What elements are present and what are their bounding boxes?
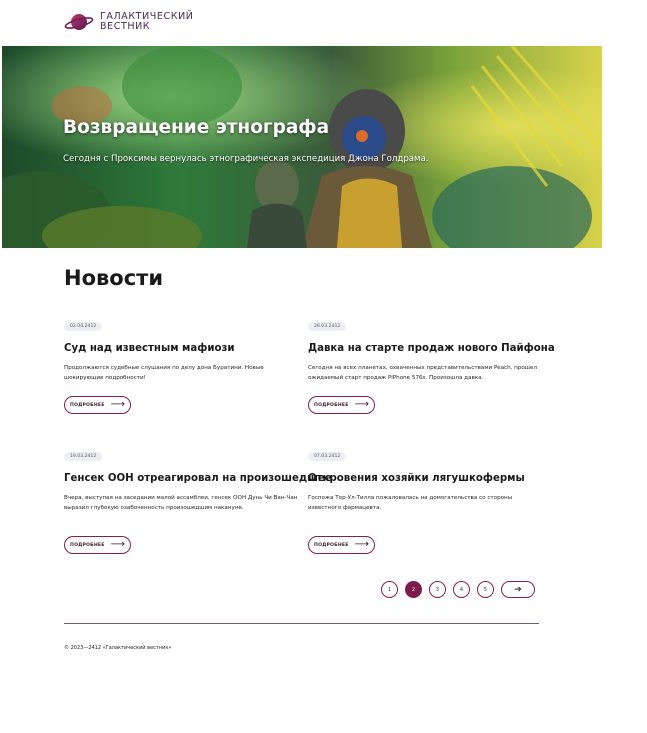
read-more-button[interactable]: ПОДРОБНЕЕ ⟶ xyxy=(64,536,131,554)
date-badge: 07.03.2412 xyxy=(308,452,347,461)
arrow-right-icon: ⟶ xyxy=(354,399,369,410)
hero-title[interactable]: Возвращение этнографа xyxy=(63,117,329,138)
news-title[interactable]: Давка на старте продаж нового Пайфона xyxy=(308,343,555,354)
hero-banner: Возвращение этнографа Сегодня с Проксимы… xyxy=(2,46,602,248)
news-title[interactable]: Генсек ООН отреагировал на произошедшее xyxy=(64,473,332,484)
news-card: 02.04.2412 Суд над известным мафиози Про… xyxy=(64,312,300,416)
read-more-label: ПОДРОБНЕЕ xyxy=(70,402,105,408)
news-section-title: Новости xyxy=(64,266,164,290)
pagination: 1 2 3 4 5 ➔ xyxy=(381,581,535,598)
site-name[interactable]: ГАЛАКТИЧЕСКИЙ ВЕСТНИК xyxy=(100,11,194,33)
date-badge: 02.04.2412 xyxy=(64,322,103,331)
page-button-3[interactable]: 3 xyxy=(429,581,446,598)
news-title[interactable]: Откровения хозяйки лягушкофермы xyxy=(308,473,544,484)
read-more-button[interactable]: ПОДРОБНЕЕ ⟶ xyxy=(64,396,131,414)
site-name-line2: ВЕСТНИК xyxy=(100,21,151,32)
date-badge: 19.03.2412 xyxy=(64,452,103,461)
hero-subtitle: Сегодня с Проксимы вернулась этнографиче… xyxy=(63,154,429,164)
news-card: 07.03.2412 Откровения хозяйки лягушкофер… xyxy=(308,442,544,556)
arrow-right-icon: ➔ xyxy=(514,584,522,595)
read-more-label: ПОДРОБНЕЕ xyxy=(314,542,349,548)
news-title[interactable]: Суд над известным мафиози xyxy=(64,343,300,354)
next-page-button[interactable]: ➔ xyxy=(501,581,535,598)
arrow-right-icon: ⟶ xyxy=(110,539,125,550)
planet-ring-icon[interactable] xyxy=(64,10,94,34)
page-button-4[interactable]: 4 xyxy=(453,581,470,598)
news-card: 19.03.2412 Генсек ООН отреагировал на пр… xyxy=(64,442,332,556)
arrow-right-icon: ⟶ xyxy=(110,399,125,410)
hero-image xyxy=(2,46,602,248)
news-card: 28.03.2412 Давка на старте продаж нового… xyxy=(308,312,555,416)
arrow-right-icon: ⟶ xyxy=(354,539,369,550)
news-excerpt: Вчера, выступая на заседании малой ассам… xyxy=(64,495,298,511)
page-button-2-active[interactable]: 2 xyxy=(405,581,422,598)
read-more-label: ПОДРОБНЕЕ xyxy=(70,542,105,548)
read-more-button[interactable]: ПОДРОБНЕЕ ⟶ xyxy=(308,536,375,554)
page-button-5[interactable]: 5 xyxy=(477,581,494,598)
news-excerpt: Продолжаются судебные слушания по делу д… xyxy=(64,365,264,381)
page-button-1[interactable]: 1 xyxy=(381,581,398,598)
footer-copyright: © 2023—2412 «Галактический вестник» xyxy=(64,645,172,651)
news-excerpt: Госпожа Тор-Ул-Тилла пожаловалась на дом… xyxy=(308,495,513,511)
read-more-label: ПОДРОБНЕЕ xyxy=(314,402,349,408)
read-more-button[interactable]: ПОДРОБНЕЕ ⟶ xyxy=(308,396,375,414)
news-excerpt: Сегодня на всех планетах, охваченных пре… xyxy=(308,365,537,381)
site-header: ГАЛАКТИЧЕСКИЙ ВЕСТНИК xyxy=(64,9,194,35)
footer-divider xyxy=(64,623,539,624)
date-badge: 28.03.2412 xyxy=(308,322,347,331)
